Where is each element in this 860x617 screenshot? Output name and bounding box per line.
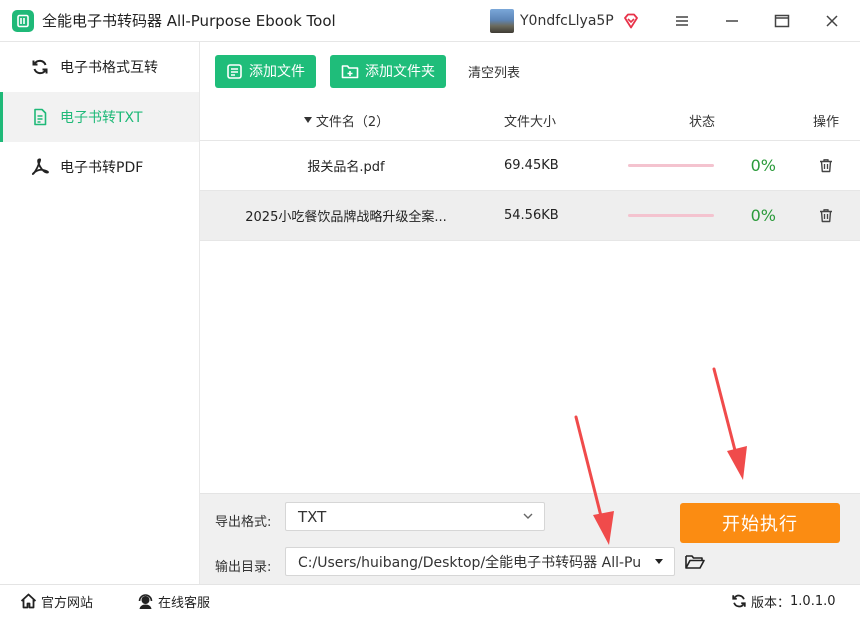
file-status: 0%: [612, 156, 792, 175]
username[interactable]: Y0ndfcLlya5P: [520, 13, 614, 29]
sort-down-icon[interactable]: [303, 116, 313, 124]
output-label: 输出目录:: [215, 560, 272, 575]
toolbar: 添加文件 添加文件夹 清空列表: [200, 42, 860, 100]
progress-percent: 0%: [750, 206, 776, 225]
version-info[interactable]: 版本： 1.0.1.0: [731, 592, 836, 611]
output-dir-select[interactable]: C:/Users/huibang/Desktop/全能电子书转码器 All-Pu: [285, 547, 675, 576]
sidebar-item-to-txt[interactable]: 电子书转TXT: [0, 92, 199, 142]
file-size: 54.56KB: [504, 208, 559, 223]
progress-bar: [628, 164, 714, 167]
refresh-icon: [30, 57, 50, 77]
pdf-icon: [30, 157, 50, 177]
title-bar: 全能电子书转码器 All-Purpose Ebook Tool Y0ndfcLl…: [0, 0, 860, 42]
status-bar: 官方网站 在线客服 版本： 1.0.1.0: [0, 584, 860, 617]
website-link[interactable]: 官方网站: [20, 592, 93, 611]
caret-down-icon: [655, 559, 663, 564]
add-folder-label: 添加文件夹: [365, 64, 435, 80]
output-dir-value: C:/Users/huibang/Desktop/全能电子书转码器 All-Pu: [298, 554, 642, 571]
sidebar-item-label: 电子书转TXT: [60, 110, 143, 126]
file-action: [792, 208, 860, 223]
app-logo-icon: [12, 9, 34, 32]
refresh-icon: [732, 594, 746, 608]
menu-icon[interactable]: [672, 11, 692, 31]
sidebar: 电子书格式互转 电子书转TXT 电子书转PDF: [0, 42, 200, 584]
table-row[interactable]: 2025小吃餐饮品牌战略升级全案... 54.56KB 0%: [200, 191, 860, 241]
add-folder-icon: [341, 64, 359, 78]
support-link[interactable]: 在线客服: [137, 592, 210, 611]
format-value: TXT: [298, 507, 327, 526]
document-icon: [30, 107, 50, 127]
user-profile[interactable]: Y0ndfcLlya5P: [490, 9, 640, 33]
vip-diamond-icon[interactable]: [622, 12, 640, 30]
sidebar-item-label: 电子书格式互转: [60, 60, 158, 76]
progress-percent: 0%: [750, 156, 776, 175]
chevron-down-icon: [523, 513, 533, 519]
start-button[interactable]: 开始执行: [680, 503, 840, 543]
add-file-icon: [227, 63, 242, 79]
progress-bar: [628, 214, 714, 217]
home-icon: [20, 593, 37, 609]
table-row[interactable]: 报关品名.pdf 69.45KB 0%: [200, 141, 860, 191]
close-icon[interactable]: [822, 11, 842, 31]
add-file-label: 添加文件: [249, 64, 305, 80]
settings-panel: 导出格式: TXT 输出目录: C:/Users/huibang/Desktop…: [200, 493, 860, 584]
add-folder-button[interactable]: 添加文件夹: [330, 54, 446, 88]
file-status: 0%: [612, 206, 792, 225]
maximize-icon[interactable]: [772, 11, 792, 31]
add-file-button[interactable]: 添加文件: [215, 54, 316, 88]
clear-list-button[interactable]: 清空列表: [468, 62, 520, 81]
file-table: 文件名（2） 文件大小 状态 操作 报关品名.pdf 69.45KB 0% 20…: [200, 100, 860, 241]
file-action: [792, 158, 860, 173]
file-name: 2025小吃餐饮品牌战略升级全案...: [245, 210, 447, 225]
sidebar-item-to-pdf[interactable]: 电子书转PDF: [0, 142, 199, 192]
sidebar-item-format-convert[interactable]: 电子书格式互转: [0, 42, 199, 92]
header-status: 状态: [688, 114, 715, 130]
minimize-icon[interactable]: [722, 11, 742, 31]
format-label: 导出格式:: [215, 515, 272, 530]
avatar[interactable]: [490, 9, 514, 33]
app-title: 全能电子书转码器 All-Purpose Ebook Tool: [42, 12, 336, 30]
trash-icon[interactable]: [819, 208, 833, 223]
header-action: 操作: [812, 114, 839, 130]
header-name[interactable]: 文件名（2）: [200, 111, 492, 130]
format-select[interactable]: TXT: [285, 502, 545, 531]
arrow-to-start-button: [712, 367, 747, 480]
table-header: 文件名（2） 文件大小 状态 操作: [200, 100, 860, 141]
file-name: 报关品名.pdf: [307, 160, 385, 175]
sidebar-item-label: 电子书转PDF: [60, 160, 144, 176]
file-size: 69.45KB: [504, 158, 559, 173]
headset-icon: [138, 593, 153, 609]
open-folder-icon[interactable]: [684, 553, 706, 571]
header-size: 文件大小: [504, 114, 557, 130]
trash-icon[interactable]: [819, 158, 833, 173]
